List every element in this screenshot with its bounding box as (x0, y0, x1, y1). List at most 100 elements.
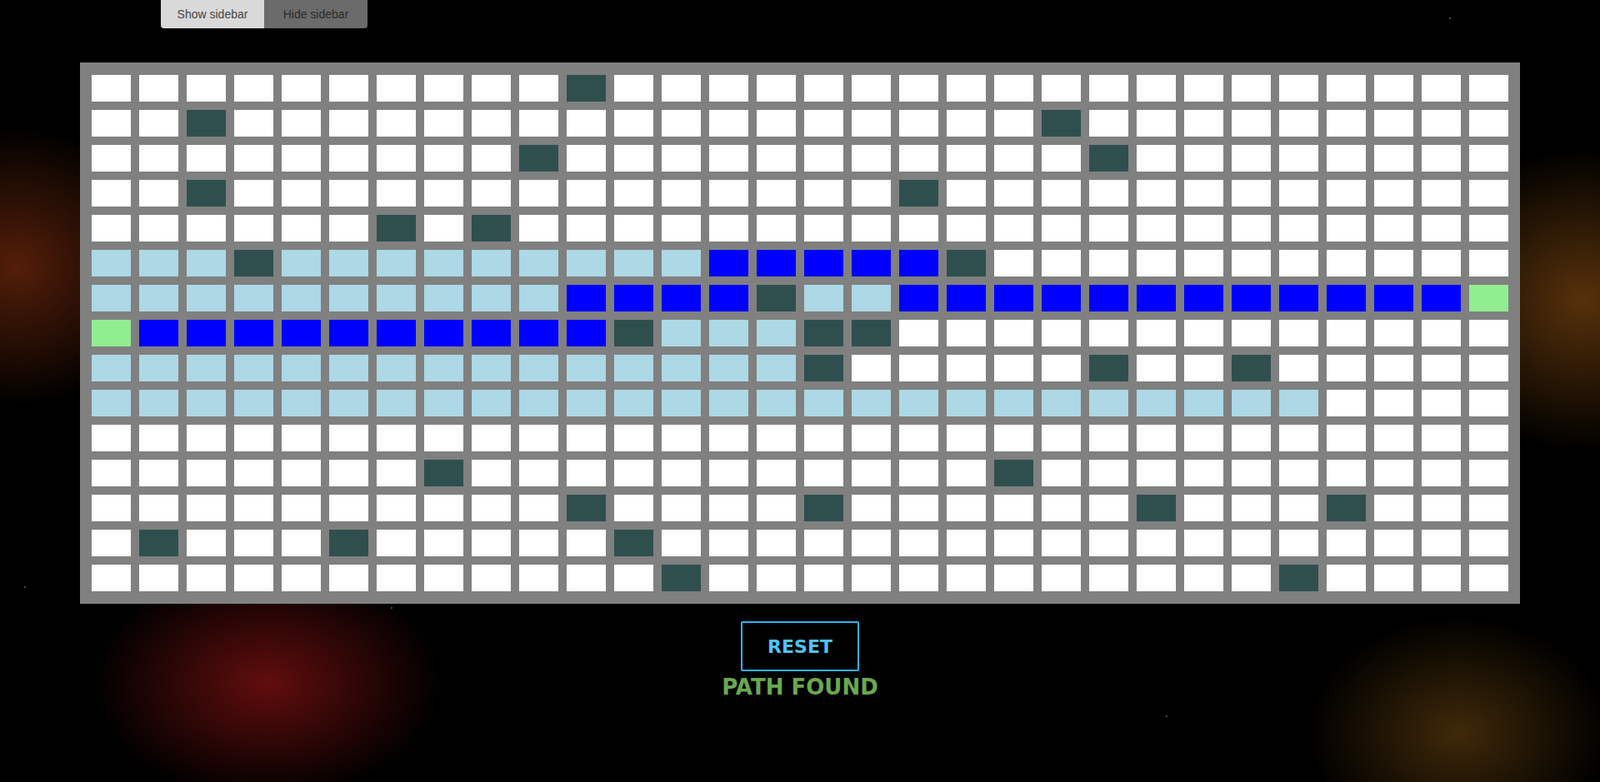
grid-cell[interactable] (471, 530, 511, 557)
grid-cell[interactable] (91, 250, 131, 277)
grid-cell[interactable] (566, 495, 606, 522)
grid-cell[interactable] (234, 530, 274, 557)
grid-cell[interactable] (899, 495, 939, 522)
grid-cell[interactable] (1041, 110, 1081, 137)
grid-cell[interactable] (1136, 355, 1176, 382)
grid-cell[interactable] (1421, 495, 1461, 522)
grid-cell[interactable] (661, 215, 701, 242)
grid-cell[interactable] (1326, 320, 1366, 347)
grid-cell[interactable] (1089, 460, 1129, 487)
grid-cell[interactable] (1184, 320, 1224, 347)
grid-cell[interactable] (614, 355, 654, 382)
grid-cell[interactable] (899, 145, 939, 172)
grid-cell[interactable] (281, 355, 321, 382)
grid-cell[interactable] (1421, 75, 1461, 102)
grid-cell[interactable] (1279, 355, 1319, 382)
grid-cell[interactable] (1041, 390, 1081, 417)
grid-cell[interactable] (1041, 75, 1081, 102)
grid-cell[interactable] (1374, 215, 1414, 242)
grid-cell[interactable] (851, 285, 891, 312)
grid-cell[interactable] (186, 75, 226, 102)
grid-cell[interactable] (946, 425, 986, 452)
grid-cell[interactable] (946, 530, 986, 557)
grid-cell[interactable] (471, 355, 511, 382)
grid-cell[interactable] (661, 180, 701, 207)
grid-cell[interactable] (424, 285, 464, 312)
grid-cell[interactable] (1469, 460, 1509, 487)
grid-cell[interactable] (804, 75, 844, 102)
grid-cell[interactable] (899, 320, 939, 347)
grid-cell[interactable] (1421, 530, 1461, 557)
grid-cell[interactable] (234, 320, 274, 347)
grid-cell[interactable] (1184, 75, 1224, 102)
grid-cell[interactable] (1089, 565, 1129, 592)
grid-cell[interactable] (1136, 180, 1176, 207)
grid-cell[interactable] (186, 110, 226, 137)
grid-cell[interactable] (1089, 355, 1129, 382)
grid-cell[interactable] (329, 460, 369, 487)
grid-cell[interactable] (376, 460, 416, 487)
grid-cell[interactable] (329, 320, 369, 347)
grid-cell[interactable] (709, 530, 749, 557)
grid-cell[interactable] (946, 390, 986, 417)
grid-cell[interactable] (139, 285, 179, 312)
grid-cell[interactable] (281, 215, 321, 242)
grid-cell[interactable] (899, 355, 939, 382)
grid-cell[interactable] (1279, 75, 1319, 102)
grid-cell[interactable] (994, 110, 1034, 137)
grid-cell[interactable] (614, 215, 654, 242)
grid-cell[interactable] (91, 285, 131, 312)
grid-cell[interactable] (329, 75, 369, 102)
grid-cell[interactable] (1469, 180, 1509, 207)
grid-cell[interactable] (1041, 460, 1081, 487)
grid-cell[interactable] (519, 180, 559, 207)
grid-cell[interactable] (376, 145, 416, 172)
grid-cell[interactable] (709, 250, 749, 277)
grid-cell[interactable] (1469, 390, 1509, 417)
grid-cell[interactable] (376, 75, 416, 102)
grid-cell[interactable] (91, 460, 131, 487)
grid-cell[interactable] (281, 110, 321, 137)
grid-cell[interactable] (661, 355, 701, 382)
grid-cell[interactable] (661, 110, 701, 137)
grid-cell[interactable] (756, 285, 796, 312)
grid-cell[interactable] (1279, 530, 1319, 557)
grid-cell[interactable] (1231, 250, 1271, 277)
grid-cell[interactable] (519, 355, 559, 382)
grid-cell[interactable] (614, 145, 654, 172)
grid-cell[interactable] (709, 320, 749, 347)
grid-cell[interactable] (1184, 460, 1224, 487)
grid-cell[interactable] (1469, 320, 1509, 347)
grid-cell[interactable] (614, 390, 654, 417)
grid-cell[interactable] (661, 75, 701, 102)
grid-cell[interactable] (1421, 145, 1461, 172)
grid-cell[interactable] (946, 460, 986, 487)
grid-cell[interactable] (329, 145, 369, 172)
grid-cell[interactable] (139, 215, 179, 242)
grid-cell[interactable] (471, 110, 511, 137)
grid-cell[interactable] (1184, 285, 1224, 312)
grid-cell[interactable] (1374, 320, 1414, 347)
grid-cell[interactable] (1231, 320, 1271, 347)
grid-cell[interactable] (424, 355, 464, 382)
grid-cell[interactable] (661, 320, 701, 347)
grid-cell[interactable] (1326, 355, 1366, 382)
grid-cell[interactable] (139, 565, 179, 592)
grid-cell[interactable] (1089, 320, 1129, 347)
grid-cell[interactable] (994, 565, 1034, 592)
grid-cell[interactable] (709, 285, 749, 312)
grid-cell[interactable] (139, 110, 179, 137)
grid-cell[interactable] (709, 495, 749, 522)
grid-cell[interactable] (994, 355, 1034, 382)
grid-cell[interactable] (756, 530, 796, 557)
grid-cell[interactable] (1279, 460, 1319, 487)
grid-cell[interactable] (1231, 495, 1271, 522)
grid-cell[interactable] (1326, 460, 1366, 487)
grid-cell[interactable] (899, 565, 939, 592)
grid-cell[interactable] (1231, 145, 1271, 172)
grid-cell[interactable] (234, 460, 274, 487)
grid-cell[interactable] (851, 110, 891, 137)
grid-cell[interactable] (186, 145, 226, 172)
grid-cell[interactable] (471, 180, 511, 207)
grid-cell[interactable] (139, 390, 179, 417)
